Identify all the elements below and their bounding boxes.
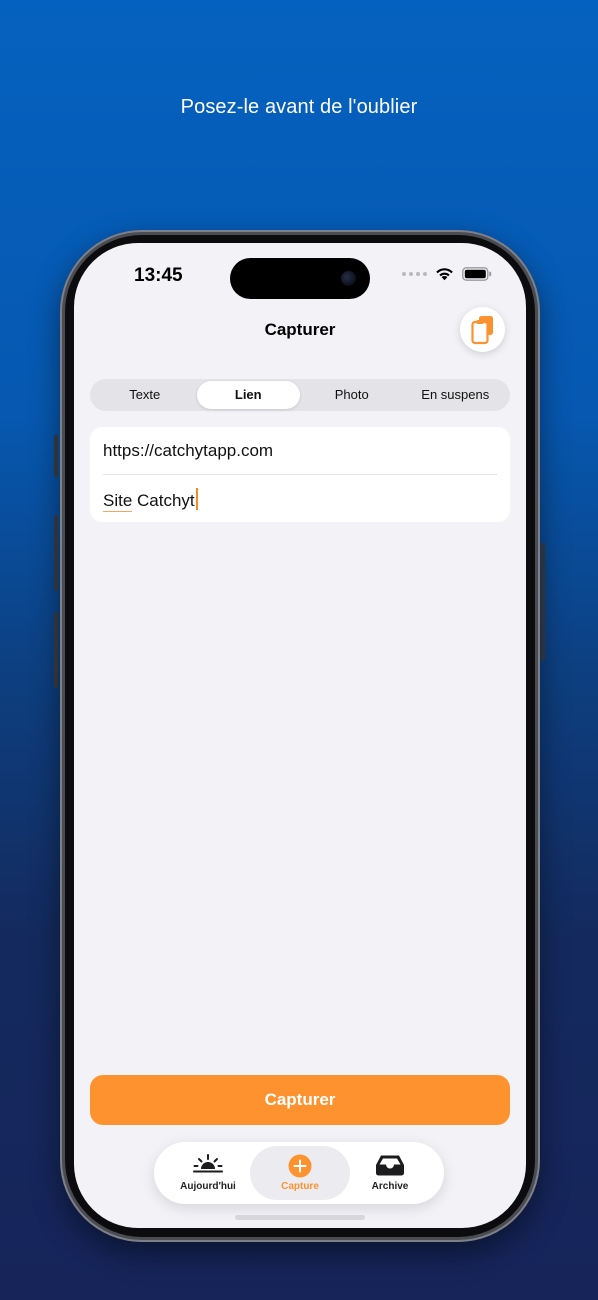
status-time: 13:45 (134, 265, 183, 286)
spellcheck-underline-word: Site (103, 491, 133, 512)
title-input-text: Catchyt (132, 491, 195, 510)
wifi-icon (436, 268, 453, 281)
paste-button[interactable] (460, 307, 505, 352)
link-form-card: https://catchytapp.com Site Catchyt (90, 427, 510, 522)
tab-capture-label: Capture (281, 1181, 319, 1192)
app-screen: 13:45 Capturer Texte Lien Photo En suspe… (74, 243, 526, 1228)
home-indicator (235, 1215, 365, 1220)
battery-icon (462, 267, 492, 281)
tab-archive-label: Archive (371, 1181, 409, 1192)
text-caret (195, 488, 198, 510)
signal-icon (402, 272, 427, 276)
status-indicators (402, 267, 492, 281)
power-button (541, 543, 545, 661)
url-input[interactable]: https://catchytapp.com (103, 441, 273, 461)
segment-lien[interactable]: Lien (196, 381, 300, 409)
segment-texte[interactable]: Texte (93, 381, 197, 409)
volume-down-button (54, 612, 58, 688)
dynamic-island (230, 258, 370, 299)
field-divider (103, 474, 497, 475)
tray-icon (376, 1155, 404, 1176)
plus-circle-icon (288, 1154, 312, 1178)
segment-en-suspens[interactable]: En suspens (404, 381, 508, 409)
tab-capture[interactable]: Capture (250, 1142, 350, 1204)
tab-aujourdhui-label: Aujourd'hui (180, 1181, 236, 1192)
title-input[interactable]: Site Catchyt (103, 488, 198, 512)
sunrise-icon (193, 1154, 223, 1173)
tab-archive[interactable]: Archive (342, 1142, 438, 1204)
capture-type-selector: Texte Lien Photo En suspens (90, 379, 510, 411)
silent-switch (54, 435, 58, 477)
tagline: Posez-le avant de l'oublier (180, 96, 418, 118)
segment-photo[interactable]: Photo (300, 381, 404, 409)
page-title: Capturer (264, 320, 336, 339)
tab-bar: Aujourd'hui Capture Archive (154, 1142, 444, 1204)
volume-up-button (54, 515, 58, 591)
capture-button[interactable]: Capturer (90, 1075, 510, 1125)
clipboard-icon (470, 315, 493, 344)
tab-aujourdhui[interactable]: Aujourd'hui (160, 1142, 256, 1204)
